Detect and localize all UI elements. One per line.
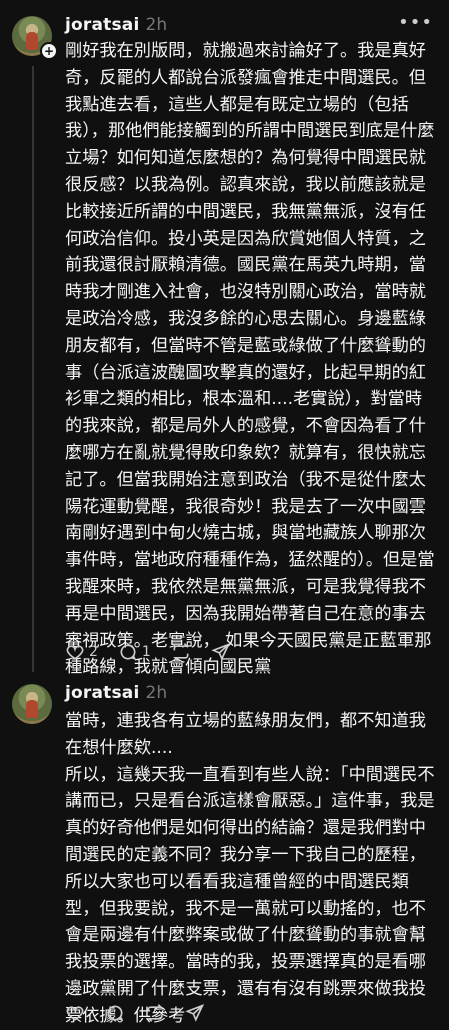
repost-icon (172, 643, 189, 661)
post-header: joratsai 2h (65, 682, 167, 704)
like-button[interactable] (65, 1003, 85, 1023)
comment-icon (120, 644, 137, 660)
post-text: 剛好我在別版問，就搬過來討論好了。我是真好奇，反罷的人都說台派發瘋會推走中間選民… (65, 41, 435, 678)
plus-icon[interactable]: + (40, 42, 58, 60)
share-button[interactable] (185, 1003, 205, 1023)
thread-connector-line (32, 66, 34, 672)
reply-button[interactable] (105, 1003, 125, 1023)
avatar[interactable] (12, 684, 52, 724)
repost-button[interactable] (145, 1003, 165, 1023)
timestamp: 2h (145, 15, 168, 35)
post-header: joratsai 2h (65, 14, 167, 36)
heart-icon (66, 645, 84, 660)
username[interactable]: joratsai (65, 15, 140, 35)
avatar-wrap[interactable]: + (12, 16, 58, 60)
like-button[interactable]: 2 (65, 642, 98, 662)
repost-button[interactable] (171, 642, 191, 662)
thread-post-1: + joratsai 2h ••• 剛好我在別版問，就搬過來討論好了。我是真好奇… (0, 0, 449, 680)
heart-icon (66, 1006, 84, 1021)
repost-icon (147, 1004, 163, 1022)
comment-icon (107, 1005, 124, 1021)
timestamp: 2h (145, 683, 168, 703)
more-horizontal-icon[interactable]: ••• (398, 12, 433, 33)
username[interactable]: joratsai (65, 683, 140, 703)
share-icon (211, 642, 230, 661)
like-count: 2 (89, 644, 98, 660)
post-text: 當時，連我各有立場的藍綠朋友們，都不知道我在想什麼欸.... 所以，這幾天我一直… (65, 711, 435, 1026)
post-actions: 2 1 (65, 641, 251, 663)
reply-button[interactable]: 1 (118, 642, 151, 662)
thread-post-2: joratsai 2h 當時，連我各有立場的藍綠朋友們，都不知道我在想什麼欸..… (0, 680, 449, 1026)
share-icon (185, 1003, 205, 1022)
avatar-wrap[interactable] (12, 684, 52, 724)
share-button[interactable] (211, 642, 231, 662)
post-actions (65, 1002, 225, 1024)
reply-count: 1 (141, 644, 151, 660)
